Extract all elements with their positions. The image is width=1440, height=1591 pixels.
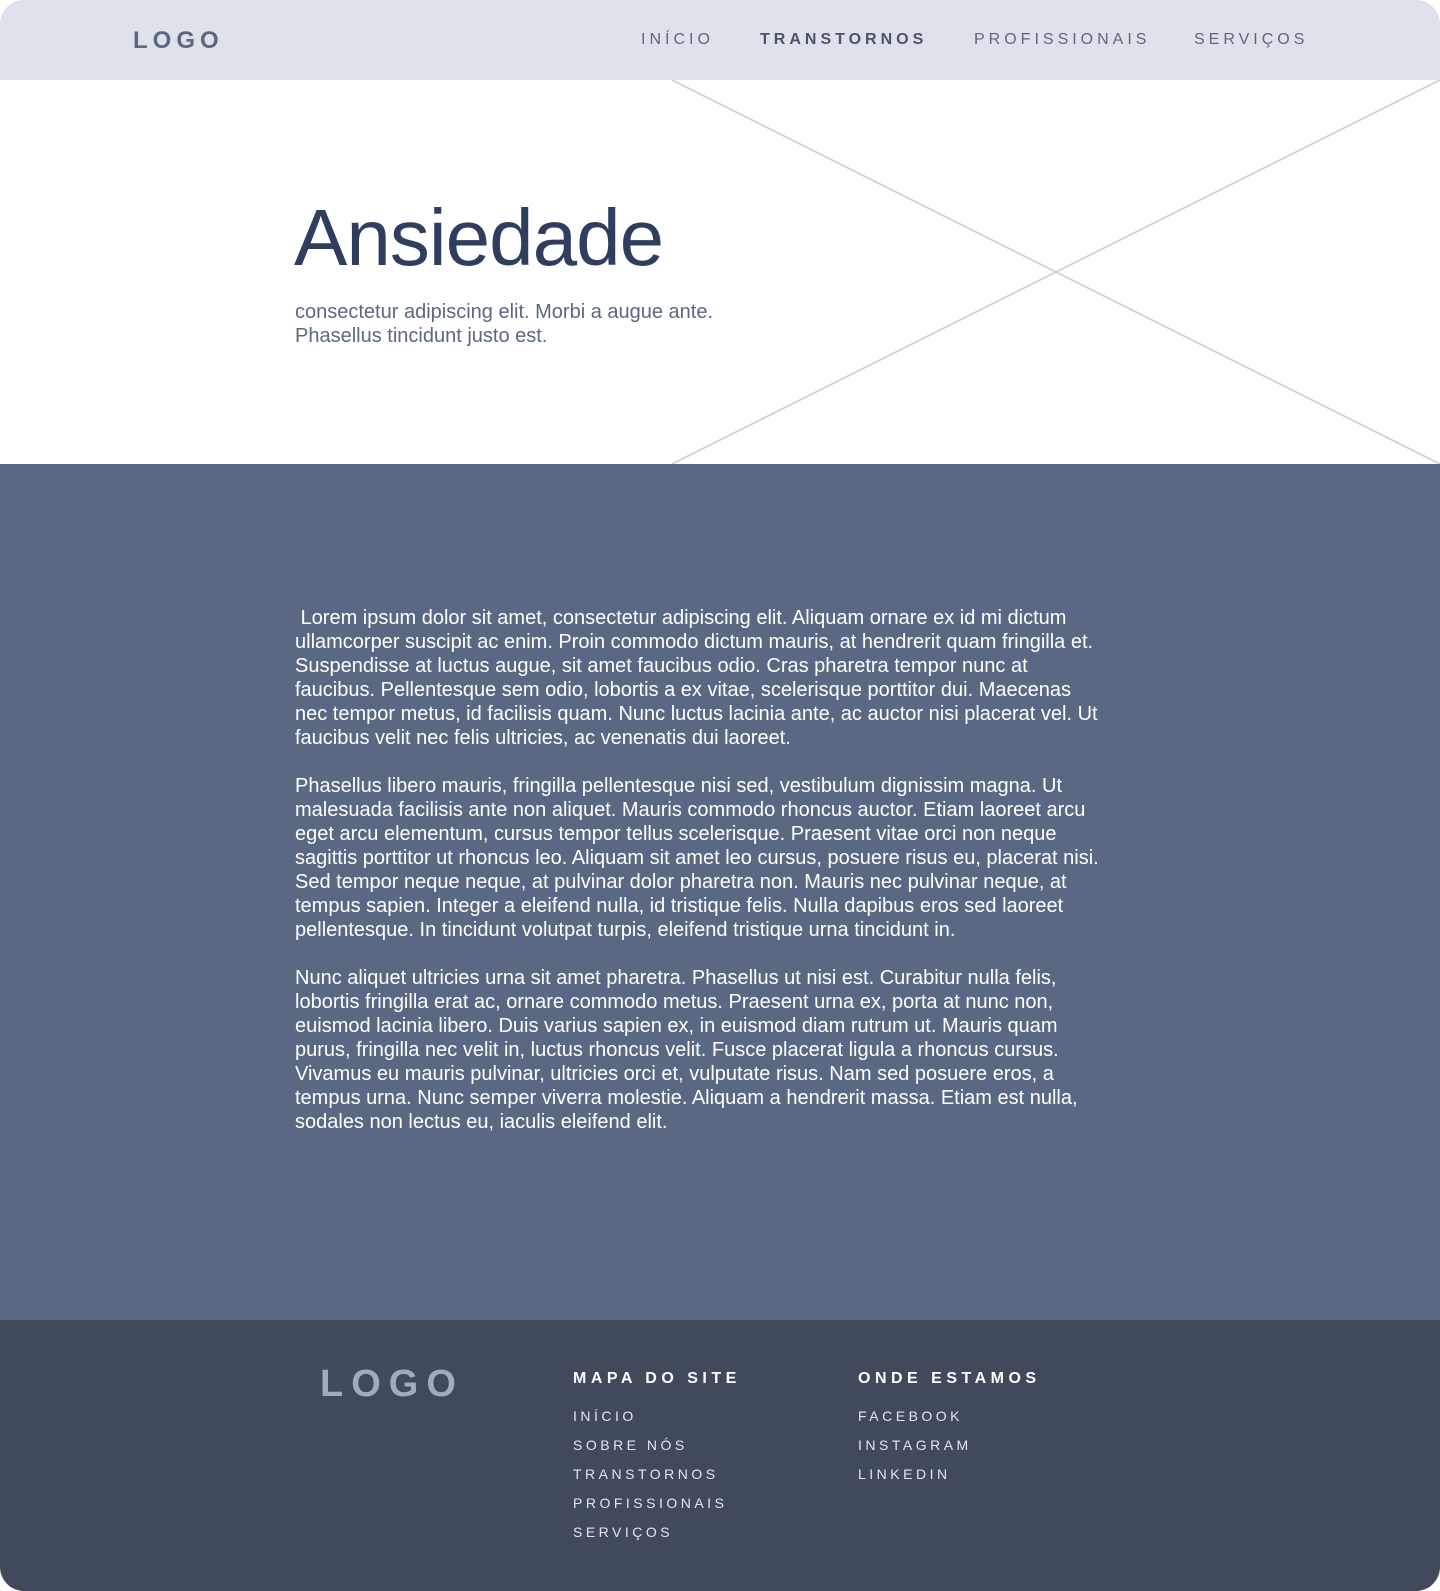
article-section: Lorem ipsum dolor sit amet, consectetur … [0, 464, 1440, 1320]
footer-link-sobre-nos[interactable]: SOBRE NÓS [573, 1437, 741, 1466]
site-footer: LOGO MAPA DO SITE INÍCIO SOBRE NÓS TRANS… [0, 1320, 1440, 1591]
hero-section: Ansiedade consectetur adipiscing elit. M… [0, 80, 1440, 464]
article-paragraph: Lorem ipsum dolor sit amet, consectetur … [295, 607, 1104, 749]
page-title: Ansiedade [294, 193, 664, 282]
footer-link-facebook[interactable]: FACEBOOK [858, 1408, 1041, 1437]
article-paragraph: Nunc aliquet ultricies urna sit amet pha… [295, 967, 1084, 1133]
footer-logo[interactable]: LOGO [320, 1363, 464, 1406]
footer-link-instagram[interactable]: INSTAGRAM [858, 1437, 1041, 1466]
site-header: LOGO INÍCIO TRANSTORNOS PROFISSIONAIS SE… [0, 0, 1440, 80]
footer-location: ONDE ESTAMOS FACEBOOK INSTAGRAM LINKEDIN [858, 1370, 1041, 1495]
footer-link-profissionais[interactable]: PROFISSIONAIS [573, 1495, 741, 1524]
footer-link-inicio[interactable]: INÍCIO [573, 1408, 741, 1437]
nav-item-inicio[interactable]: INÍCIO [641, 31, 714, 49]
footer-sitemap-heading: MAPA DO SITE [573, 1370, 741, 1387]
page-subtitle: consectetur adipiscing elit. Morbi a aug… [295, 301, 714, 347]
footer-link-servicos[interactable]: SERVIÇOS [573, 1524, 741, 1553]
nav-item-profissionais[interactable]: PROFISSIONAIS [974, 31, 1150, 49]
nav-item-servicos[interactable]: SERVIÇOS [1194, 31, 1308, 49]
article-body: Lorem ipsum dolor sit amet, consectetur … [295, 606, 1105, 1158]
main-nav: INÍCIO TRANSTORNOS PROFISSIONAIS SERVIÇO… [0, 31, 1440, 51]
article-paragraph: Phasellus libero mauris, fringilla pelle… [295, 775, 1105, 941]
footer-link-linkedin[interactable]: LINKEDIN [858, 1466, 1041, 1495]
footer-sitemap: MAPA DO SITE INÍCIO SOBRE NÓS TRANSTORNO… [573, 1370, 741, 1553]
hero-image-placeholder [672, 80, 1440, 464]
footer-location-heading: ONDE ESTAMOS [858, 1370, 1041, 1387]
nav-item-transtornos[interactable]: TRANSTORNOS [760, 31, 927, 49]
footer-link-transtornos[interactable]: TRANSTORNOS [573, 1466, 741, 1495]
page: LOGO INÍCIO TRANSTORNOS PROFISSIONAIS SE… [0, 0, 1440, 1591]
